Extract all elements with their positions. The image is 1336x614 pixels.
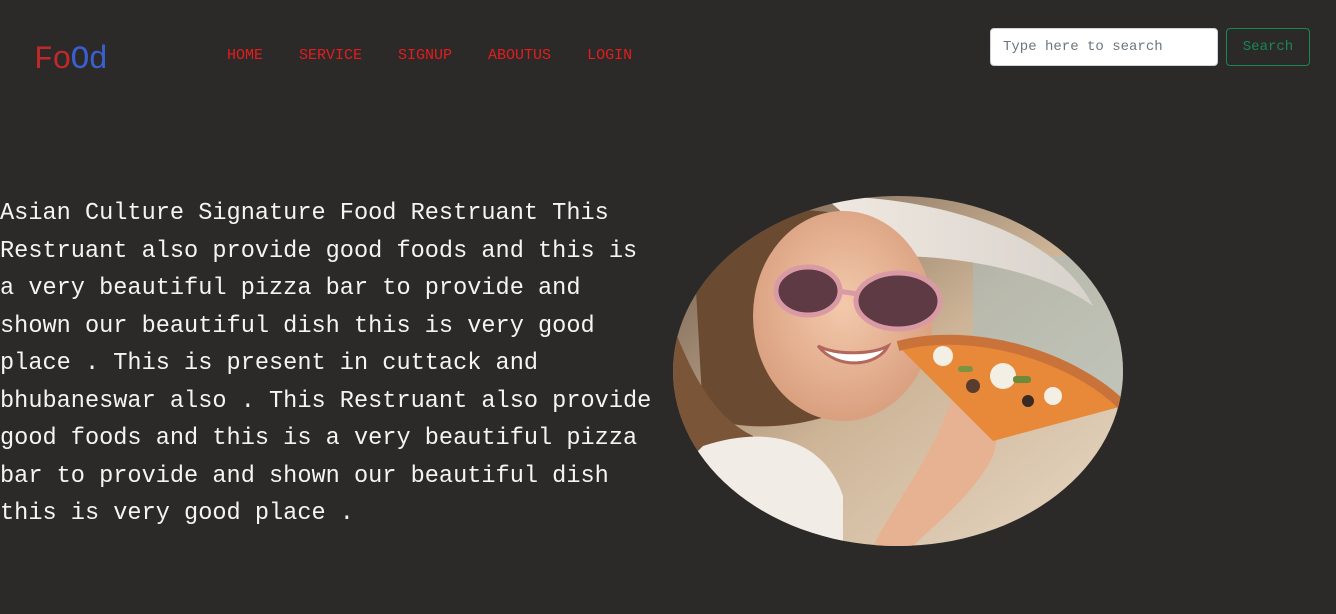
nav-link-aboutus[interactable]: ABOUTUS [488, 47, 551, 64]
search-input[interactable] [990, 28, 1218, 66]
navbar: FoOd HOME SERVICE SIGNUP ABOUTUS LOGIN S… [0, 0, 1336, 110]
nav-item-aboutus: ABOUTUS [488, 46, 551, 66]
nav-item-signup: SIGNUP [398, 46, 452, 66]
hero-description: Asian Culture Signature Food Restruant T… [0, 200, 652, 527]
main-nav: HOME SERVICE SIGNUP ABOUTUS LOGIN [227, 46, 632, 66]
hero-image-woman-eating-pizza [673, 196, 1123, 546]
nav-item-login: LOGIN [587, 46, 632, 66]
brand-logo-part2: O [70, 41, 89, 78]
nav-link-login[interactable]: LOGIN [587, 47, 632, 64]
nav-item-home: HOME [227, 46, 263, 66]
brand-logo[interactable]: FoOd [34, 40, 108, 80]
nav-item-service: SERVICE [299, 46, 362, 66]
nav-link-signup[interactable]: SIGNUP [398, 47, 452, 64]
nav-link-home[interactable]: HOME [227, 47, 263, 64]
hero-photo [673, 196, 1123, 546]
search-button[interactable]: Search [1226, 28, 1310, 66]
brand-logo-part1: Fo [34, 41, 71, 78]
brand-logo-part3: d [88, 41, 108, 78]
nav-link-service[interactable]: SERVICE [299, 47, 362, 64]
